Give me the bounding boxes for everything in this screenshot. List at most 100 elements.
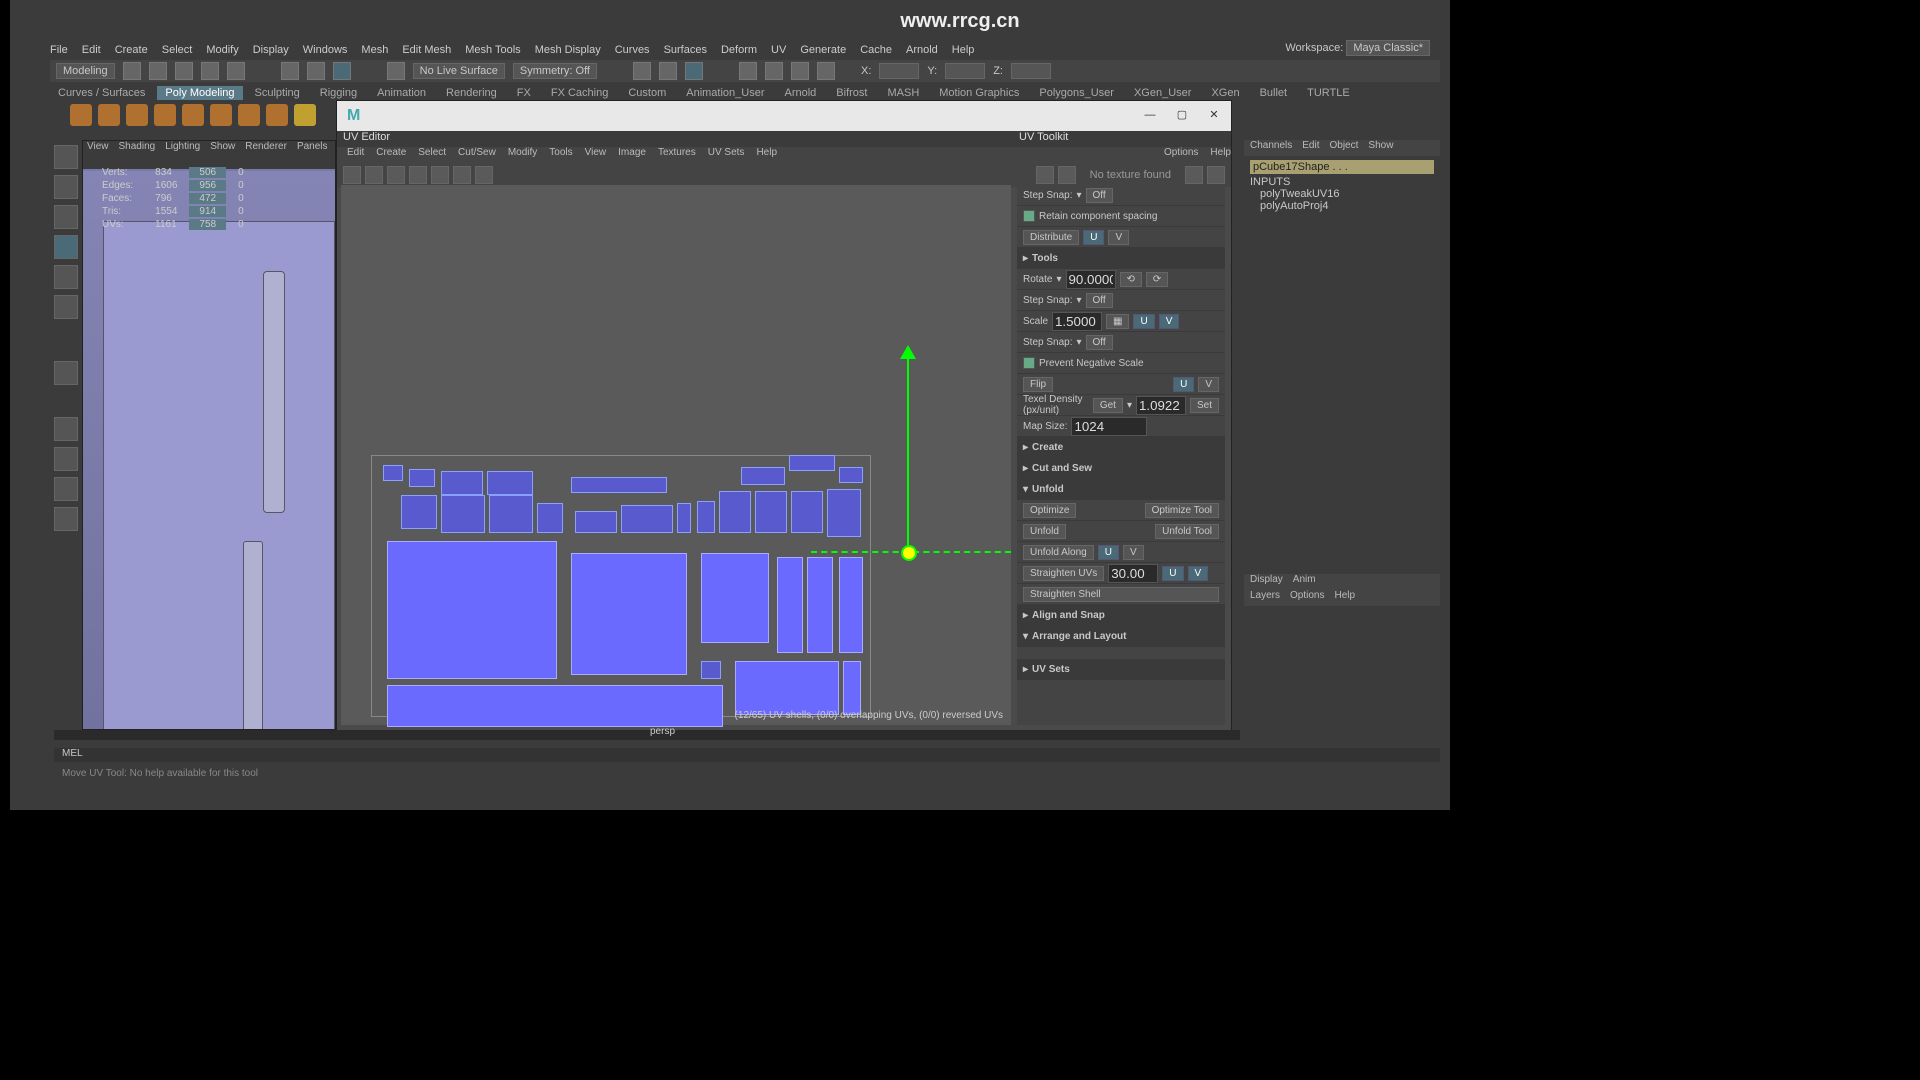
display-tab[interactable]: Display xyxy=(1250,574,1283,590)
uv-tb-icon[interactable] xyxy=(387,166,405,184)
vp-show[interactable]: Show xyxy=(210,141,235,155)
new-icon[interactable] xyxy=(123,62,141,80)
chevron-down-icon[interactable]: ▾ xyxy=(1056,274,1061,285)
menu-arnold[interactable]: Arnold xyxy=(906,44,938,56)
move-gizmo-y-axis[interactable] xyxy=(907,359,909,549)
menu-curves[interactable]: Curves xyxy=(615,44,650,56)
workspace-value[interactable]: Maya Classic* xyxy=(1346,40,1430,56)
uv-tb-icon[interactable] xyxy=(475,166,493,184)
ch-object-tab[interactable]: Object xyxy=(1330,140,1359,156)
menu-select[interactable]: Select xyxy=(162,44,193,56)
shelf-polymodeling[interactable]: Poly Modeling xyxy=(157,86,242,100)
scale-u-button[interactable]: U xyxy=(1133,314,1154,329)
vp-view[interactable]: View xyxy=(87,141,109,155)
shelf-bifrost[interactable]: Bifrost xyxy=(828,86,875,100)
chevron-down-icon[interactable]: ▾ xyxy=(1076,337,1081,348)
poly-cube-icon[interactable] xyxy=(70,104,92,126)
uv-textures[interactable]: Textures xyxy=(658,147,696,163)
align-section[interactable]: ▸ xyxy=(1023,610,1028,621)
unfold-button[interactable]: Unfold xyxy=(1023,524,1066,539)
uv-dim-icon[interactable] xyxy=(1058,166,1076,184)
unfold-tool-button[interactable]: Unfold Tool xyxy=(1155,524,1219,539)
menu-edit[interactable]: Edit xyxy=(82,44,101,56)
uv-image[interactable]: Image xyxy=(618,147,646,163)
tk-help[interactable]: Help xyxy=(1210,147,1231,163)
poly-sphere-icon[interactable] xyxy=(98,104,120,126)
menu-create[interactable]: Create xyxy=(115,44,148,56)
vp-lighting[interactable]: Lighting xyxy=(165,141,200,155)
ch-edit-tab[interactable]: Edit xyxy=(1302,140,1319,156)
uv-canvas[interactable]: (12/65) UV shells, (0/0) overlapping UVs… xyxy=(341,185,1011,725)
x-field[interactable] xyxy=(879,63,919,79)
select-tool-icon[interactable] xyxy=(54,145,78,169)
poly-plane-icon[interactable] xyxy=(210,104,232,126)
menu-display[interactable]: Display xyxy=(253,44,289,56)
uv-tools[interactable]: Tools xyxy=(549,147,572,163)
shelf-sculpting[interactable]: Sculpting xyxy=(247,86,308,100)
anim-tab[interactable]: Anim xyxy=(1293,574,1316,590)
move-gizmo-y-icon[interactable] xyxy=(900,345,916,359)
flip-v-button[interactable]: V xyxy=(1198,377,1219,392)
uv-select[interactable]: Select xyxy=(418,147,446,163)
render-icon-2[interactable] xyxy=(765,62,783,80)
arrange-section[interactable]: ▾ xyxy=(1023,631,1028,642)
shelf-turtle[interactable]: TURTLE xyxy=(1299,86,1358,100)
chevron-down-icon[interactable]: ▾ xyxy=(1076,295,1081,306)
playblast-icon[interactable] xyxy=(817,62,835,80)
layout-icon-3[interactable] xyxy=(54,477,78,501)
distribute-u-button[interactable]: U xyxy=(1083,230,1104,245)
uvsets-section[interactable]: ▸ xyxy=(1023,664,1028,675)
chevron-down-icon[interactable]: ▾ xyxy=(1076,190,1081,201)
minimize-icon[interactable]: — xyxy=(1143,109,1157,123)
y-field[interactable] xyxy=(945,63,985,79)
menu-meshtools[interactable]: Mesh Tools xyxy=(465,44,520,56)
cutsew-section[interactable]: ▸ xyxy=(1023,463,1028,474)
layout-icon-1[interactable] xyxy=(54,417,78,441)
menu-generate[interactable]: Generate xyxy=(800,44,846,56)
uv-create[interactable]: Create xyxy=(376,147,406,163)
shelf-custom[interactable]: Custom xyxy=(620,86,674,100)
scale-lock-icon[interactable]: ▦ xyxy=(1106,314,1129,329)
get-button[interactable]: Get xyxy=(1093,398,1123,413)
layers-options[interactable]: Options xyxy=(1290,590,1324,606)
shelf-fx[interactable]: FX xyxy=(509,86,539,100)
optimize-tool-button[interactable]: Optimize Tool xyxy=(1145,503,1219,518)
uv-modify[interactable]: Modify xyxy=(508,147,537,163)
uv-view[interactable]: View xyxy=(585,147,607,163)
mapsize-field[interactable] xyxy=(1071,417,1147,436)
redo-icon[interactable] xyxy=(227,62,245,80)
z-field[interactable] xyxy=(1011,63,1051,79)
command-line[interactable]: MEL xyxy=(54,748,1440,762)
chevron-down-icon[interactable]: ▾ xyxy=(1127,400,1132,411)
tk-options[interactable]: Options xyxy=(1164,147,1198,163)
poly-pyramid-icon[interactable] xyxy=(266,104,288,126)
uv-tb-icon[interactable] xyxy=(453,166,471,184)
shelf-xgen[interactable]: XGen xyxy=(1203,86,1247,100)
viewcube-icon[interactable] xyxy=(54,361,78,385)
flip-button[interactable]: Flip xyxy=(1023,377,1053,392)
shelf-mash[interactable]: MASH xyxy=(879,86,927,100)
menu-windows[interactable]: Windows xyxy=(303,44,348,56)
uv-window-titlebar[interactable]: M — ▢ ✕ xyxy=(337,101,1231,131)
close-icon[interactable]: ✕ xyxy=(1207,109,1221,123)
shelf-arnold[interactable]: Arnold xyxy=(777,86,825,100)
uv-tb-icon[interactable] xyxy=(431,166,449,184)
unfold-section[interactable]: ▾ xyxy=(1023,484,1028,495)
texel-field[interactable] xyxy=(1136,396,1186,415)
menu-deform[interactable]: Deform xyxy=(721,44,757,56)
shelf-motiongfx[interactable]: Motion Graphics xyxy=(931,86,1027,100)
undo-icon[interactable] xyxy=(201,62,219,80)
render-icon-3[interactable] xyxy=(791,62,809,80)
uv-snap-icon[interactable] xyxy=(1185,166,1203,184)
layers-tab[interactable]: Layers xyxy=(1250,590,1280,606)
uv-tb-icon[interactable] xyxy=(365,166,383,184)
layout-icon-2[interactable] xyxy=(54,447,78,471)
uv-help[interactable]: Help xyxy=(756,147,777,163)
outliner-icon[interactable] xyxy=(54,507,78,531)
poly-cylinder-icon[interactable] xyxy=(126,104,148,126)
menu-uv[interactable]: UV xyxy=(771,44,786,56)
rotate-cw-icon[interactable]: ⟳ xyxy=(1146,272,1168,287)
menu-meshdisplay[interactable]: Mesh Display xyxy=(535,44,601,56)
flip-u-button[interactable]: U xyxy=(1173,377,1194,392)
poly-cone-icon[interactable] xyxy=(154,104,176,126)
